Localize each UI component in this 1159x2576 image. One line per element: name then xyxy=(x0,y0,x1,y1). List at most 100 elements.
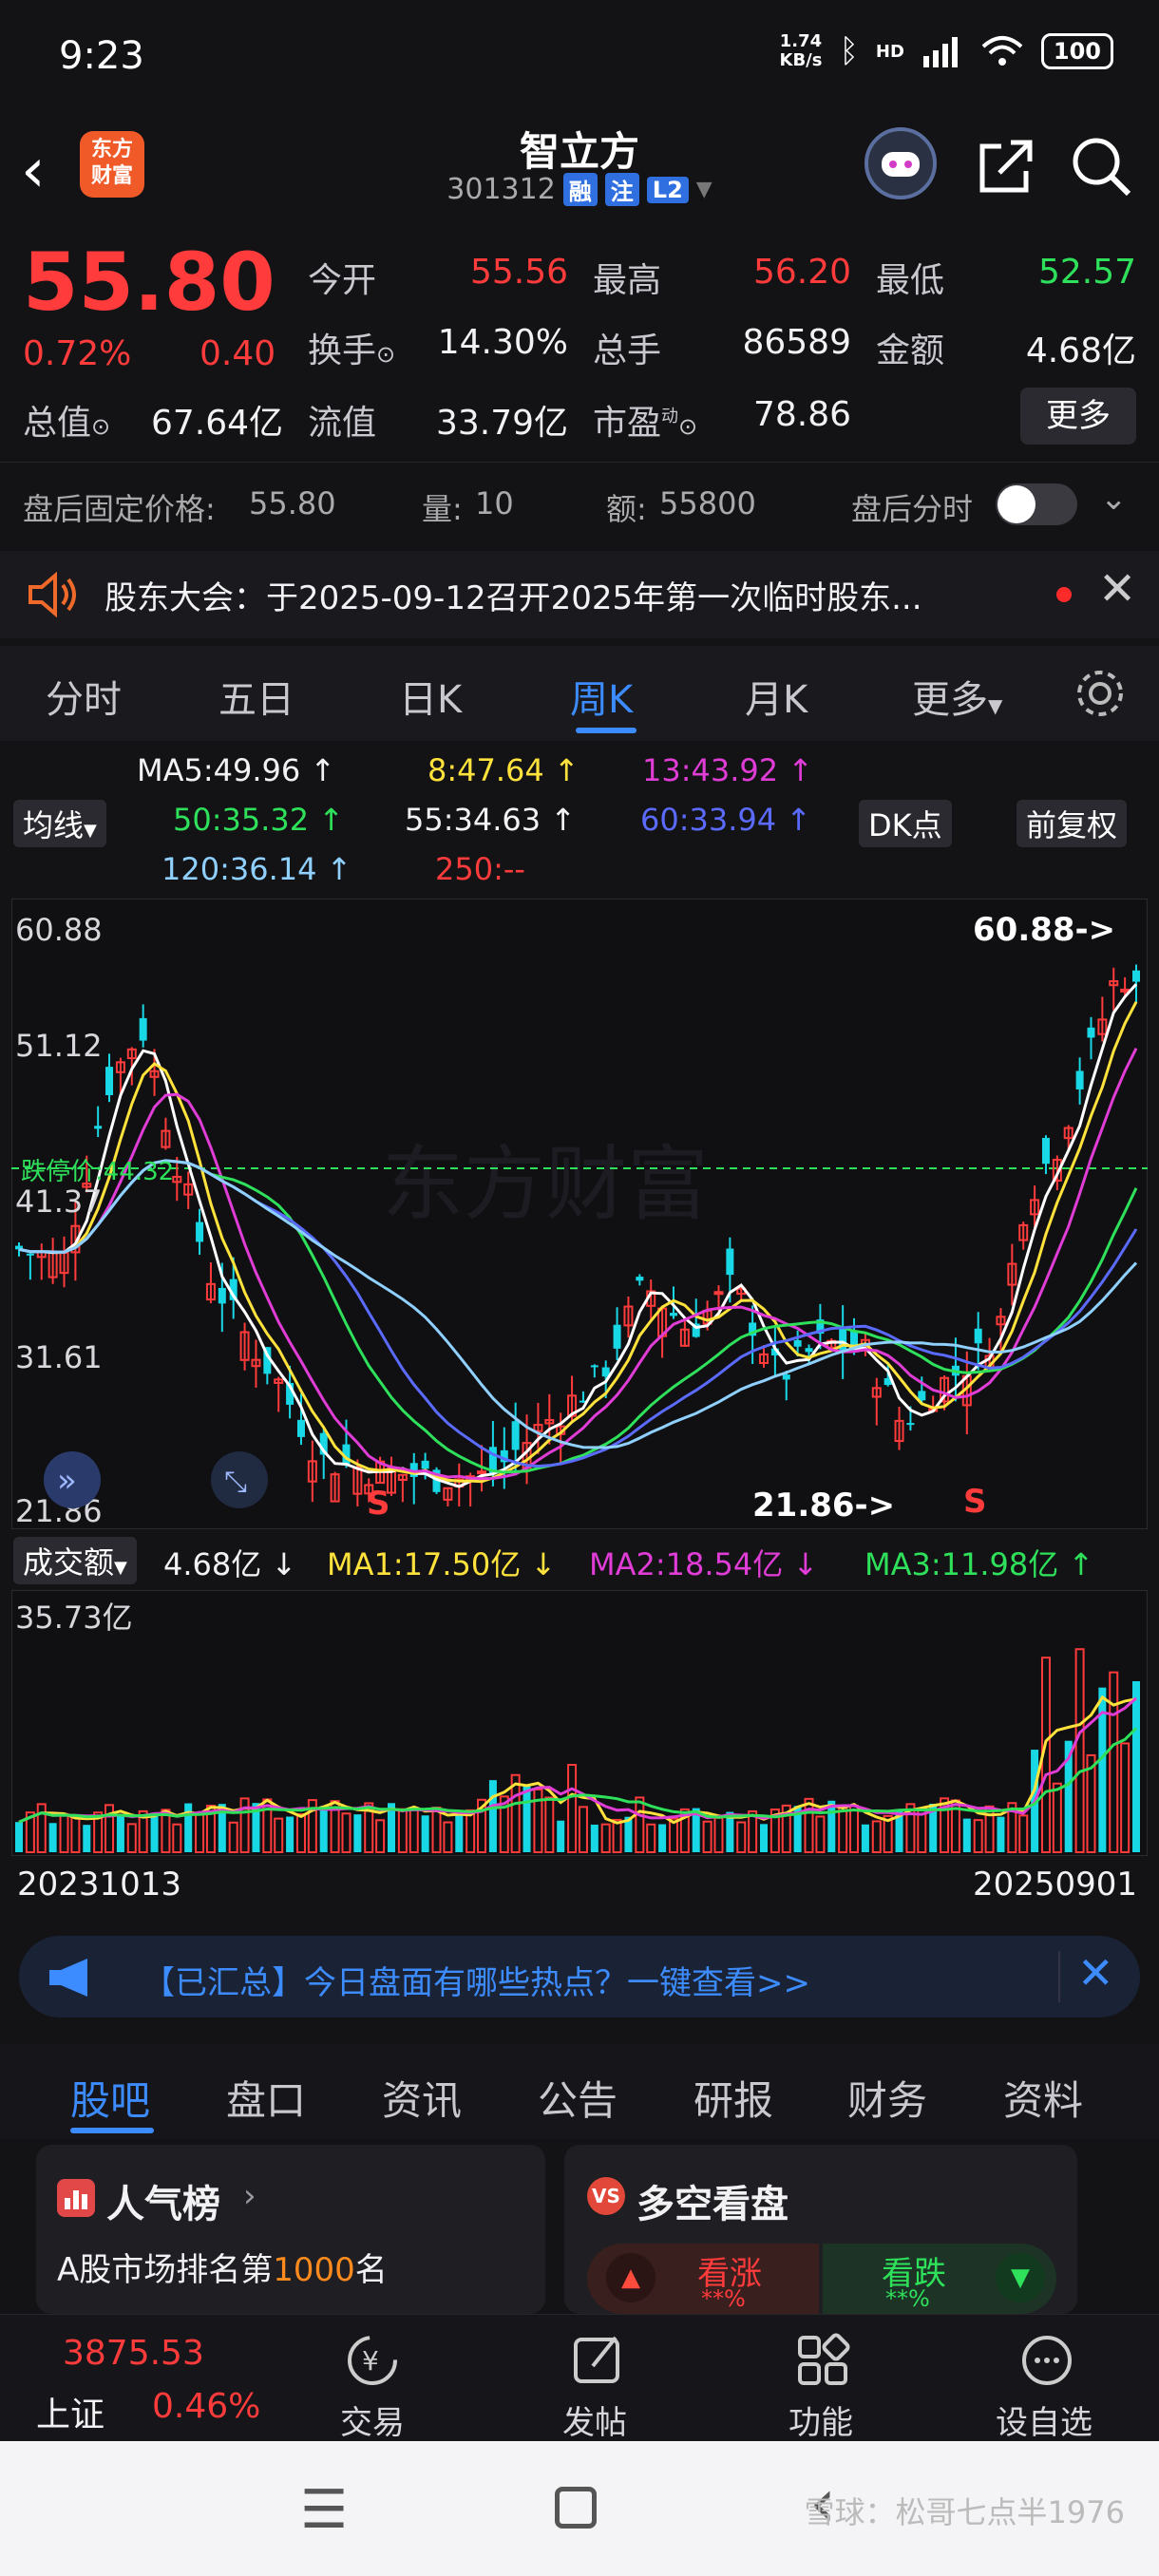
volume-bar xyxy=(184,1803,193,1852)
high-value: 56.20 xyxy=(752,253,851,292)
nav-functions[interactable]: 功能 xyxy=(788,2396,853,2443)
tab-forum[interactable]: 股吧 xyxy=(70,2069,150,2127)
ma13-value: 13:43.92 ↑ xyxy=(642,752,814,788)
volume-chart[interactable]: 35.73亿 xyxy=(11,1590,1148,1856)
pe-label: 市盈动⊙ xyxy=(593,404,698,443)
ma60-value: 60:33.94 ↑ xyxy=(640,802,812,838)
ma5-value: MA5:49.96 ↑ xyxy=(137,752,336,788)
tab-daily[interactable]: 日K xyxy=(399,669,462,724)
volume-bar xyxy=(861,1824,869,1852)
more-button[interactable]: 更多 xyxy=(1020,388,1136,445)
active-tab-indicator xyxy=(576,728,636,733)
grid-icon[interactable] xyxy=(794,2332,851,2389)
wifi-icon xyxy=(981,36,1023,66)
kline-chart[interactable]: 东方财富 60.88 51.12 41.37 31.61 21.86 跌停价:4… xyxy=(11,899,1148,1529)
close-banner-icon[interactable]: ✕ xyxy=(1077,1947,1114,1998)
candle-body xyxy=(590,1365,598,1368)
bull-bear-card[interactable]: VS 多空看盘 ▲ 看涨 **% 看跌 **% ▼ xyxy=(564,2145,1077,2314)
assistant-robot-icon[interactable] xyxy=(864,127,937,199)
index-name[interactable]: 上证 xyxy=(36,2387,104,2436)
index-percent[interactable]: 0.46% xyxy=(152,2387,260,2426)
adjust-button[interactable]: 前复权 xyxy=(1016,800,1128,847)
after-hours-price-label: 盘后固定价格: xyxy=(23,491,216,527)
popularity-card[interactable]: 人气榜 › A股市场排名第1000名 xyxy=(36,2145,545,2314)
ma8-value: 8:47.64 ↑ xyxy=(428,752,580,788)
volume-ma2: MA2:18.54亿 ↓ xyxy=(589,1546,819,1582)
volume-bar xyxy=(488,1780,497,1852)
after-hours-amt-label: 额: xyxy=(606,491,647,527)
volume-indicator-select[interactable]: 成交额▼ xyxy=(13,1537,137,1584)
close-icon[interactable]: ✕ xyxy=(1098,562,1136,616)
tab-profile[interactable]: 资料 xyxy=(1003,2069,1083,2127)
period-tabs: 分时 五日 日K 周K 月K 更多▼ xyxy=(0,646,1159,741)
share-icon[interactable] xyxy=(973,133,1039,199)
dk-point-button[interactable]: DK点 xyxy=(859,800,952,847)
after-hours-vol: 10 xyxy=(475,485,514,521)
volume-bar xyxy=(590,1824,598,1852)
change-percent: 0.72% xyxy=(23,334,132,373)
volume-bar xyxy=(286,1816,294,1852)
low-label: 最低 xyxy=(876,261,945,300)
sell-marker-2: S xyxy=(963,1483,987,1521)
tab-minute[interactable]: 分时 xyxy=(46,669,122,724)
candle-body xyxy=(613,1324,621,1349)
trade-icon[interactable]: ¥ xyxy=(344,2332,401,2389)
chevron-down-icon[interactable]: ⌄ xyxy=(1100,480,1128,518)
candle-body xyxy=(726,1248,734,1276)
gear-icon[interactable] xyxy=(1072,665,1129,722)
tab-more[interactable]: 更多▼ xyxy=(912,669,1002,724)
volume-current: 4.68亿 ↓ xyxy=(163,1546,297,1582)
tab-monthly[interactable]: 月K xyxy=(745,669,808,724)
announcement-bar[interactable]: 股东大会：于2025-09-12召开2025年第一次临时股东... ✕ xyxy=(0,551,1159,638)
hotspot-banner[interactable]: 【已汇总】今日盘面有哪些热点？一键查看>> ✕ xyxy=(19,1936,1140,2017)
indicator-select[interactable]: 均线▼ xyxy=(13,800,106,847)
candle-body xyxy=(296,1419,305,1437)
candle-body xyxy=(196,1222,204,1242)
candle-body xyxy=(1120,988,1130,993)
menu-icon[interactable]: ☰ xyxy=(300,2479,348,2541)
search-icon[interactable] xyxy=(1068,133,1134,199)
nav-trade[interactable]: 交易 xyxy=(340,2396,405,2443)
tab-5day[interactable]: 五日 xyxy=(218,669,294,724)
tab-announcements[interactable]: 公告 xyxy=(538,2069,618,2127)
tab-orderbook[interactable]: 盘口 xyxy=(226,2069,306,2127)
candle-body xyxy=(1087,1027,1095,1038)
bear-percent: **% xyxy=(885,2285,930,2312)
stock-code: 301312 xyxy=(446,173,556,206)
tag-l2: L2 xyxy=(646,176,689,203)
volume-bar xyxy=(1132,1680,1140,1852)
candle-body xyxy=(1132,970,1140,982)
volume-bar xyxy=(522,1785,531,1852)
volume-label: 总手 xyxy=(593,331,662,370)
y-label-4: 31.61 xyxy=(15,1339,103,1375)
popularity-title: 人气榜 xyxy=(106,2183,220,2226)
change-amount: 0.40 xyxy=(200,334,276,373)
ma55-value: 55:34.63 ↑ xyxy=(405,802,577,838)
hd-badge: HD xyxy=(875,41,904,62)
tab-research[interactable]: 研报 xyxy=(694,2069,773,2127)
bottom-nav: 3875.53 上证 0.46% ¥ 交易 发帖 功能 设自选 xyxy=(0,2314,1159,2443)
tab-news[interactable]: 资讯 xyxy=(382,2069,462,2127)
tab-weekly[interactable]: 周K xyxy=(570,669,633,724)
more-dots-icon[interactable] xyxy=(1018,2332,1075,2389)
turnover-label: 换手⊙ xyxy=(308,331,396,370)
tag-margin: 融 xyxy=(562,173,598,206)
index-value[interactable]: 3875.53 xyxy=(63,2334,204,2373)
home-icon[interactable] xyxy=(555,2487,597,2529)
candle-body xyxy=(477,1470,487,1475)
tab-finance[interactable]: 财务 xyxy=(847,2069,927,2127)
nav-post[interactable]: 发帖 xyxy=(562,2396,627,2443)
signal-icon xyxy=(922,37,958,67)
candle-body xyxy=(839,1327,847,1353)
candle-body xyxy=(511,1421,520,1450)
nav-watchlist[interactable]: 设自选 xyxy=(996,2396,1092,2443)
candle-body xyxy=(636,1277,644,1281)
pe-value: 78.86 xyxy=(752,395,851,434)
volume-bar xyxy=(116,1815,124,1852)
date-end: 20250901 xyxy=(973,1866,1138,1904)
bluetooth-icon: ᛒ xyxy=(839,32,859,70)
volume-ma1: MA1:17.50亿 ↓ xyxy=(327,1546,557,1582)
candle-body xyxy=(974,1328,982,1344)
post-icon[interactable] xyxy=(570,2332,627,2389)
quote-panel: 55.80 0.72% 0.40 今开 55.56 最高 56.20 最低 52… xyxy=(0,228,1159,456)
